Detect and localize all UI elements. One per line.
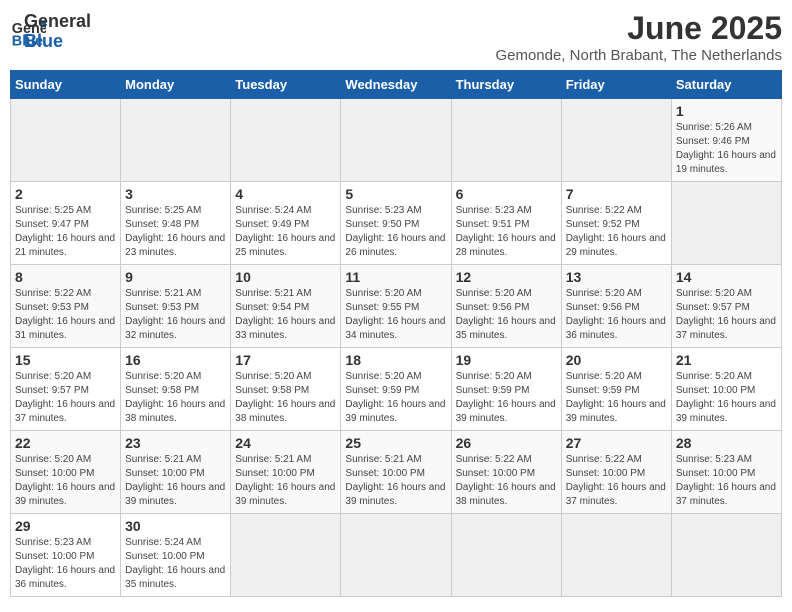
week-row: 29Sunrise: 5:23 AMSunset: 10:00 PMDaylig… xyxy=(11,514,782,597)
day-cell: 13Sunrise: 5:20 AMSunset: 9:56 PMDayligh… xyxy=(561,265,671,348)
day-cell: 12Sunrise: 5:20 AMSunset: 9:56 PMDayligh… xyxy=(451,265,561,348)
page-header: General Blue General Blue June 2025 Gemo… xyxy=(10,10,782,64)
day-cell: 17Sunrise: 5:20 AMSunset: 9:58 PMDayligh… xyxy=(231,348,341,431)
day-cell: 20Sunrise: 5:20 AMSunset: 9:59 PMDayligh… xyxy=(561,348,671,431)
day-cell xyxy=(451,514,561,597)
day-cell: 23Sunrise: 5:21 AMSunset: 10:00 PMDaylig… xyxy=(121,431,231,514)
empty-cell xyxy=(11,99,121,182)
day-cell xyxy=(671,514,781,597)
main-title: June 2025 xyxy=(495,10,782,47)
day-cell: 26Sunrise: 5:22 AMSunset: 10:00 PMDaylig… xyxy=(451,431,561,514)
header-saturday: Saturday xyxy=(671,71,781,99)
day-cell: 8Sunrise: 5:22 AMSunset: 9:53 PMDaylight… xyxy=(11,265,121,348)
title-block: June 2025 Gemonde, North Brabant, The Ne… xyxy=(495,10,782,64)
day-cell: 30Sunrise: 5:24 AMSunset: 10:00 PMDaylig… xyxy=(121,514,231,597)
header-friday: Friday xyxy=(561,71,671,99)
day-cell: 9Sunrise: 5:21 AMSunset: 9:53 PMDaylight… xyxy=(121,265,231,348)
empty-cell xyxy=(561,99,671,182)
calendar-body: 1Sunrise: 5:26 AMSunset: 9:46 PMDaylight… xyxy=(11,99,782,597)
week-row: 2Sunrise: 5:25 AMSunset: 9:47 PMDaylight… xyxy=(11,182,782,265)
calendar-header: Sunday Monday Tuesday Wednesday Thursday… xyxy=(11,71,782,99)
logo-blue: Blue xyxy=(24,32,91,52)
subtitle: Gemonde, North Brabant, The Netherlands xyxy=(495,47,782,64)
day-cell: 4Sunrise: 5:24 AMSunset: 9:49 PMDaylight… xyxy=(231,182,341,265)
logo: General Blue General Blue xyxy=(10,10,91,52)
header-wednesday: Wednesday xyxy=(341,71,451,99)
day-cell: 1Sunrise: 5:26 AMSunset: 9:46 PMDaylight… xyxy=(671,99,781,182)
day-cell: 28Sunrise: 5:23 AMSunset: 10:00 PMDaylig… xyxy=(671,431,781,514)
header-tuesday: Tuesday xyxy=(231,71,341,99)
week-row: 22Sunrise: 5:20 AMSunset: 10:00 PMDaylig… xyxy=(11,431,782,514)
empty-cell xyxy=(121,99,231,182)
day-cell xyxy=(561,514,671,597)
day-cell: 27Sunrise: 5:22 AMSunset: 10:00 PMDaylig… xyxy=(561,431,671,514)
day-cell: 16Sunrise: 5:20 AMSunset: 9:58 PMDayligh… xyxy=(121,348,231,431)
day-cell: 10Sunrise: 5:21 AMSunset: 9:54 PMDayligh… xyxy=(231,265,341,348)
week-row: 8Sunrise: 5:22 AMSunset: 9:53 PMDaylight… xyxy=(11,265,782,348)
day-cell: 5Sunrise: 5:23 AMSunset: 9:50 PMDaylight… xyxy=(341,182,451,265)
calendar-table: Sunday Monday Tuesday Wednesday Thursday… xyxy=(10,70,782,597)
day-cell xyxy=(231,514,341,597)
header-sunday: Sunday xyxy=(11,71,121,99)
day-cell: 15Sunrise: 5:20 AMSunset: 9:57 PMDayligh… xyxy=(11,348,121,431)
day-cell: 19Sunrise: 5:20 AMSunset: 9:59 PMDayligh… xyxy=(451,348,561,431)
day-cell: 14Sunrise: 5:20 AMSunset: 9:57 PMDayligh… xyxy=(671,265,781,348)
week-row: 1Sunrise: 5:26 AMSunset: 9:46 PMDaylight… xyxy=(11,99,782,182)
day-cell: 29Sunrise: 5:23 AMSunset: 10:00 PMDaylig… xyxy=(11,514,121,597)
day-cell: 24Sunrise: 5:21 AMSunset: 10:00 PMDaylig… xyxy=(231,431,341,514)
day-cell: 18Sunrise: 5:20 AMSunset: 9:59 PMDayligh… xyxy=(341,348,451,431)
day-cell: 22Sunrise: 5:20 AMSunset: 10:00 PMDaylig… xyxy=(11,431,121,514)
day-cell: 7Sunrise: 5:22 AMSunset: 9:52 PMDaylight… xyxy=(561,182,671,265)
logo-general: General xyxy=(24,12,91,32)
header-monday: Monday xyxy=(121,71,231,99)
day-cell xyxy=(341,514,451,597)
day-cell: 3Sunrise: 5:25 AMSunset: 9:48 PMDaylight… xyxy=(121,182,231,265)
header-thursday: Thursday xyxy=(451,71,561,99)
day-cell: 25Sunrise: 5:21 AMSunset: 10:00 PMDaylig… xyxy=(341,431,451,514)
day-cell: 21Sunrise: 5:20 AMSunset: 10:00 PMDaylig… xyxy=(671,348,781,431)
day-cell: 2Sunrise: 5:25 AMSunset: 9:47 PMDaylight… xyxy=(11,182,121,265)
empty-cell xyxy=(231,99,341,182)
day-cell: 11Sunrise: 5:20 AMSunset: 9:55 PMDayligh… xyxy=(341,265,451,348)
header-row: Sunday Monday Tuesday Wednesday Thursday… xyxy=(11,71,782,99)
week-row: 15Sunrise: 5:20 AMSunset: 9:57 PMDayligh… xyxy=(11,348,782,431)
day-cell xyxy=(671,182,781,265)
empty-cell xyxy=(451,99,561,182)
empty-cell xyxy=(341,99,451,182)
day-cell: 6Sunrise: 5:23 AMSunset: 9:51 PMDaylight… xyxy=(451,182,561,265)
